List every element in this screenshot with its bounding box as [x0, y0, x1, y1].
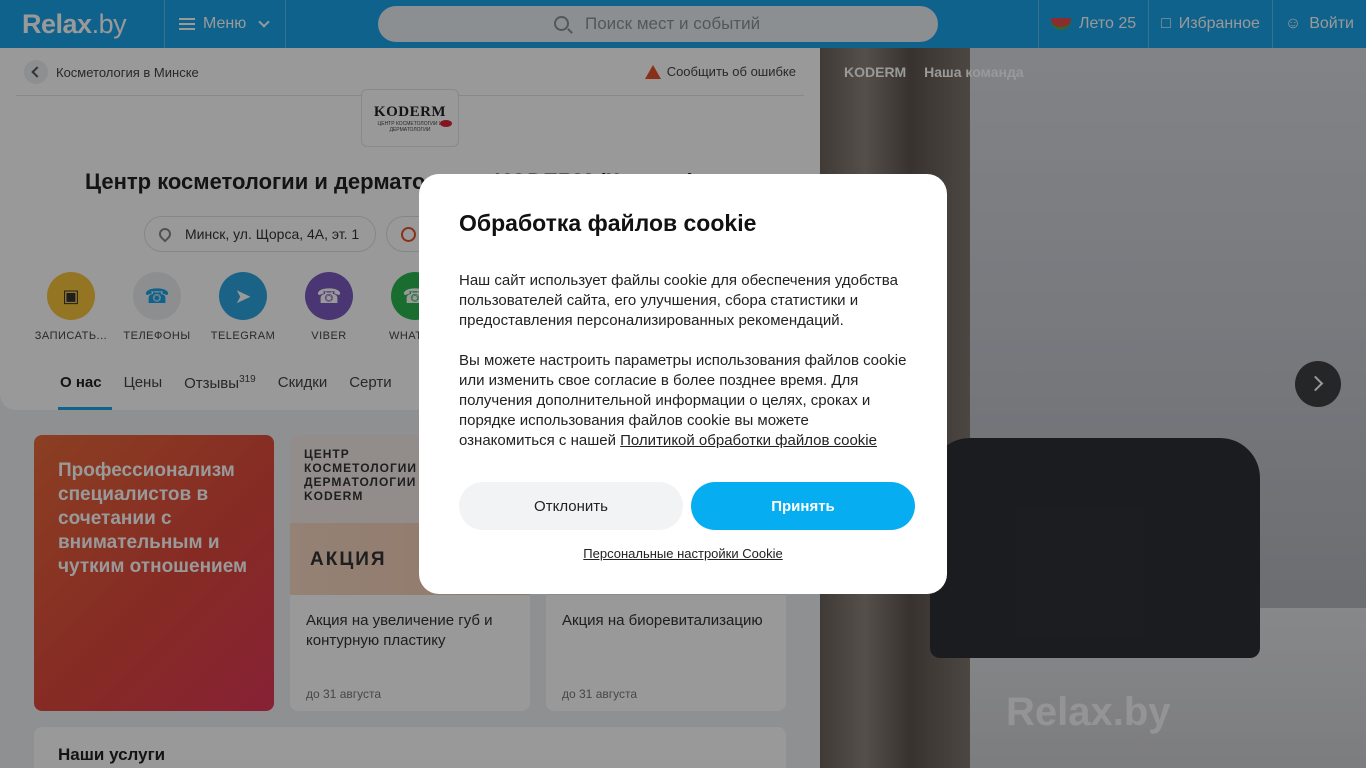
cookie-paragraph-2: Вы можете настроить параметры использова… [459, 351, 907, 451]
cookie-buttons: Отклонить Принять [459, 482, 915, 530]
cookie-dialog: Обработка файлов cookie Наш сайт использ… [419, 174, 947, 594]
cookie-policy-link[interactable]: Политикой обработки файлов cookie [620, 432, 877, 449]
cookie-title: Обработка файлов cookie [459, 210, 757, 236]
cookie-settings-link[interactable]: Персональные настройки Cookie [419, 546, 947, 561]
decline-button[interactable]: Отклонить [459, 482, 683, 530]
cookie-paragraph-1: Наш сайт использует файлы cookie для обе… [459, 272, 898, 329]
accept-button[interactable]: Принять [691, 482, 915, 530]
